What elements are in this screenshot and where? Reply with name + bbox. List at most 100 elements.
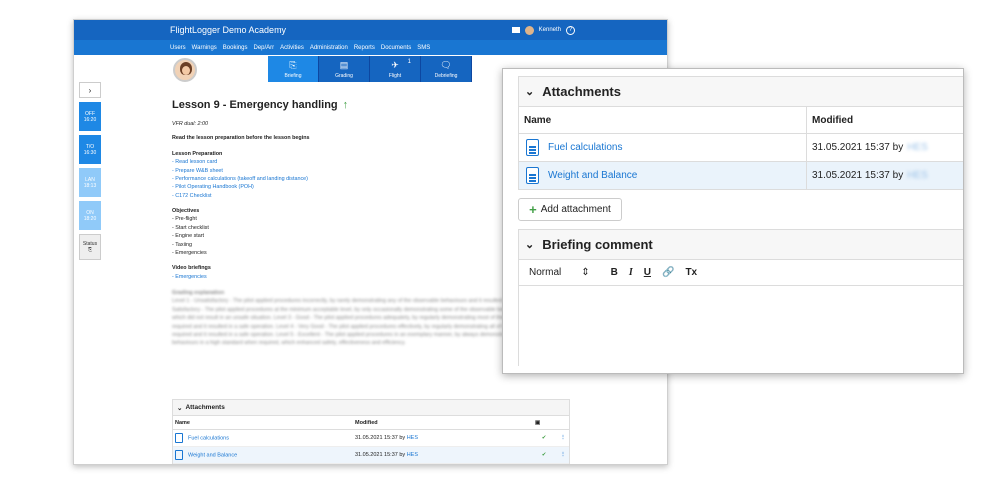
more-options-icon[interactable]: ⋮ bbox=[553, 435, 573, 441]
file-link[interactable]: Weight and Balance bbox=[548, 170, 637, 181]
grading-icon: ▤ bbox=[339, 60, 349, 70]
clear-format-button[interactable]: Tx bbox=[685, 267, 697, 278]
check-icon: ✔ bbox=[541, 452, 547, 458]
tab-label: Grading bbox=[335, 73, 353, 79]
add-attachment-button[interactable]: + Add attachment bbox=[518, 198, 622, 221]
italic-button[interactable]: I bbox=[629, 267, 633, 278]
sidebar-item-off[interactable]: OFF 16:20 bbox=[79, 102, 101, 131]
tab-briefing[interactable]: ⎘ Briefing bbox=[268, 56, 319, 82]
chat-icon: 🗨 bbox=[440, 60, 452, 70]
sidebar-item-time: 18:20 bbox=[83, 215, 97, 222]
modified-value: 31.05.2021 15:37 by bbox=[355, 452, 406, 458]
format-select-value: Normal bbox=[529, 267, 562, 278]
tab-label: Flight bbox=[388, 73, 402, 79]
sidebar-item-time: 16:20 bbox=[83, 116, 97, 123]
chevron-down-icon: ⌄ bbox=[525, 86, 535, 98]
sidebar-item-takeoff[interactable]: T/O 16:30 bbox=[79, 135, 101, 164]
menu-item-activities[interactable]: Activities bbox=[280, 45, 304, 51]
user-avatar-icon bbox=[524, 25, 534, 35]
editor-toolbar: Normal ⇕ B I U 🔗 Tx bbox=[518, 260, 963, 286]
main-menu: Users Warnings Bookings Dep/Arr Activiti… bbox=[74, 40, 667, 55]
airplane-icon: ✈ bbox=[391, 60, 399, 70]
user-name[interactable]: Kenneth bbox=[539, 27, 561, 33]
select-arrows-icon: ⇕ bbox=[581, 267, 590, 278]
user-link[interactable]: HES bbox=[407, 435, 418, 441]
menu-item-administration[interactable]: Administration bbox=[310, 45, 348, 51]
briefing-icon: ⎘ bbox=[289, 60, 297, 70]
format-select[interactable]: Normal ⇕ bbox=[529, 267, 590, 278]
menu-item-users[interactable]: Users bbox=[170, 45, 186, 51]
attachments-columns-small: Name Modified ▣ bbox=[173, 416, 569, 430]
lock-icon: ▣ bbox=[535, 419, 541, 426]
table-row: Fuel calculations 31.05.2021 15:37 by HES bbox=[519, 134, 963, 162]
chevron-down-icon: ⌄ bbox=[177, 404, 183, 412]
attachments-columns: Name Modified bbox=[519, 107, 963, 134]
menu-item-sms[interactable]: SMS bbox=[417, 45, 430, 51]
app-title: FlightLogger Demo Academy bbox=[170, 25, 287, 35]
tab-debriefing[interactable]: 🗨 Debriefing bbox=[421, 56, 472, 82]
file-link[interactable]: Weight and Balance bbox=[188, 452, 237, 458]
sidebar-item-time: 16:30 bbox=[83, 149, 97, 156]
menu-item-documents[interactable]: Documents bbox=[381, 45, 411, 51]
menu-item-bookings[interactable]: Bookings bbox=[223, 45, 248, 51]
col-modified: Modified bbox=[355, 419, 378, 426]
attachments-table: Name Modified Fuel calculations 31.05.20… bbox=[518, 107, 963, 190]
briefing-comment-title: Briefing comment bbox=[542, 237, 653, 252]
table-row: Weight and Balance 31.05.2021 15:37 by HE… bbox=[519, 162, 963, 190]
sidebar-item-time: 18:13 bbox=[83, 182, 97, 189]
tab-label: Briefing bbox=[284, 73, 302, 79]
file-link[interactable]: Fuel calculations bbox=[548, 142, 622, 153]
link-button[interactable]: 🔗 bbox=[662, 267, 674, 278]
status-button[interactable]: Status ⎘ bbox=[79, 234, 101, 260]
file-link[interactable]: Fuel calculations bbox=[188, 435, 229, 441]
briefing-comment-section: ⌄ Briefing comment Normal ⇕ B I U 🔗 Tx bbox=[518, 229, 963, 366]
flight-count-badge: 1 bbox=[407, 59, 411, 65]
table-row: Fuel calculations 31.05.2021 15:37 by HE… bbox=[173, 430, 569, 447]
menu-item-warnings[interactable]: Warnings bbox=[192, 45, 217, 51]
sidebar-item-landing[interactable]: LAN 18:13 bbox=[79, 168, 101, 197]
col-modified: Modified bbox=[806, 107, 963, 133]
chevron-down-icon: ⌄ bbox=[525, 239, 535, 251]
sidebar-toggle-button[interactable]: › bbox=[79, 82, 101, 98]
user-link[interactable]: HES bbox=[407, 452, 418, 458]
modified-value: 31.05.2021 15:37 by bbox=[355, 435, 406, 441]
help-icon[interactable]: ? bbox=[566, 25, 575, 35]
add-attachment-label: Add attachment bbox=[540, 204, 611, 215]
menu-item-reports[interactable]: Reports bbox=[354, 45, 375, 51]
user-menu[interactable]: Kenneth ? bbox=[511, 25, 575, 35]
underline-button[interactable]: U bbox=[644, 267, 651, 278]
lesson-tabs: ⎘ Briefing ▤ Grading ✈ 1 Flight 🗨 Debrie… bbox=[268, 56, 472, 82]
mail-icon[interactable] bbox=[511, 27, 520, 33]
bold-button[interactable]: B bbox=[611, 267, 618, 278]
menu-item-dep-arr[interactable]: Dep/Arr bbox=[253, 45, 274, 51]
user-link[interactable]: HES bbox=[907, 170, 928, 181]
comment-editor[interactable] bbox=[518, 286, 963, 366]
table-row: Weight and Balance 31.05.2021 15:37 by H… bbox=[173, 447, 569, 464]
tab-flight[interactable]: ✈ 1 Flight bbox=[370, 56, 421, 82]
attachments-title: Attachments bbox=[185, 404, 225, 411]
attachments-panel-small: ⌄ Attachments Name Modified ▣ Fuel calcu… bbox=[172, 399, 570, 464]
status-icon: ⎘ bbox=[87, 247, 92, 253]
document-icon bbox=[526, 167, 539, 184]
modified-value: 31.05.2021 15:37 by bbox=[812, 170, 904, 181]
user-link[interactable]: HES bbox=[907, 142, 928, 153]
timeline-sidebar: › OFF 16:20 T/O 16:30 LAN 18:13 ON 18:20… bbox=[79, 82, 101, 260]
more-options-icon[interactable]: ⋮ bbox=[553, 452, 573, 458]
attachments-header-small[interactable]: ⌄ Attachments bbox=[173, 400, 569, 416]
attachments-title: Attachments bbox=[542, 84, 621, 99]
briefing-comment-header[interactable]: ⌄ Briefing comment bbox=[518, 229, 963, 260]
document-icon bbox=[175, 450, 183, 460]
document-icon bbox=[526, 139, 539, 156]
zoomed-attachments-panel: ⌄ Attachments Name Modified Fuel calcula… bbox=[502, 68, 964, 374]
lesson-title-text: Lesson 9 - Emergency handling bbox=[172, 99, 338, 111]
col-name: Name bbox=[175, 419, 190, 426]
col-name: Name bbox=[524, 114, 552, 126]
modified-value: 31.05.2021 15:37 by bbox=[812, 142, 904, 153]
student-avatar bbox=[173, 58, 197, 82]
tab-grading[interactable]: ▤ Grading bbox=[319, 56, 370, 82]
attachments-header[interactable]: ⌄ Attachments bbox=[518, 76, 963, 107]
arrow-up-icon: ↑ bbox=[342, 99, 349, 111]
sidebar-item-on[interactable]: ON 18:20 bbox=[79, 201, 101, 230]
plus-icon: + bbox=[529, 202, 537, 217]
tab-label: Debriefing bbox=[434, 73, 458, 79]
